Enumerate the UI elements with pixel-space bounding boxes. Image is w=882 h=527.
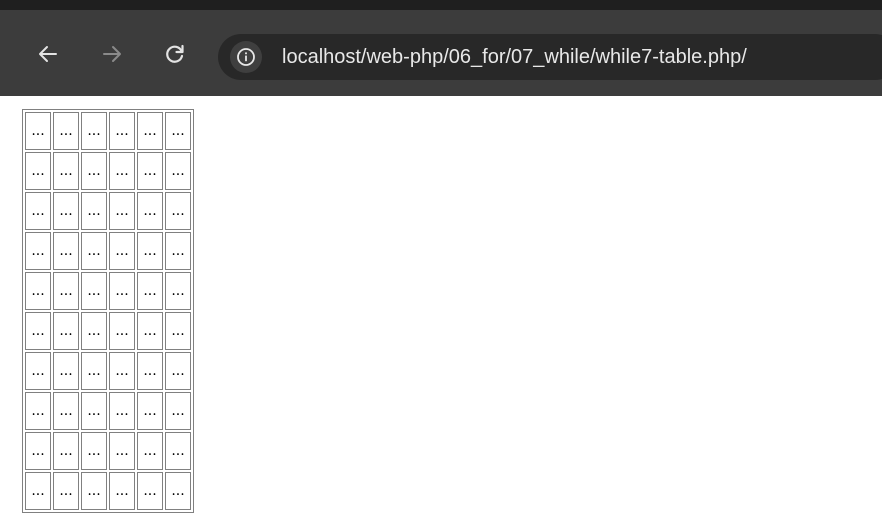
table-cell: ...	[53, 472, 79, 510]
table-cell: ...	[81, 432, 107, 470]
table-cell: ...	[109, 432, 135, 470]
page-content: ........................................…	[0, 96, 882, 527]
table-cell: ...	[81, 192, 107, 230]
table-row: ..................	[25, 192, 191, 230]
table-cell: ...	[53, 392, 79, 430]
table-cell: ...	[25, 472, 51, 510]
table-row: ..................	[25, 312, 191, 350]
table-cell: ...	[25, 192, 51, 230]
table-cell: ...	[165, 192, 191, 230]
dots-table: ........................................…	[22, 109, 194, 513]
table-cell: ...	[109, 472, 135, 510]
table-row: ..................	[25, 472, 191, 510]
table-cell: ...	[53, 152, 79, 190]
forward-button[interactable]	[97, 39, 127, 69]
table-row: ..................	[25, 232, 191, 270]
table-cell: ...	[81, 392, 107, 430]
table-cell: ...	[137, 432, 163, 470]
table-body: ........................................…	[25, 112, 191, 510]
back-button[interactable]	[33, 39, 63, 69]
table-row: ..................	[25, 432, 191, 470]
table-cell: ...	[109, 152, 135, 190]
table-cell: ...	[81, 352, 107, 390]
table-cell: ...	[165, 272, 191, 310]
table-cell: ...	[25, 432, 51, 470]
table-cell: ...	[137, 152, 163, 190]
table-cell: ...	[53, 272, 79, 310]
address-bar[interactable]: localhost/web-php/06_for/07_while/while7…	[218, 34, 882, 80]
table-cell: ...	[81, 232, 107, 270]
table-row: ..................	[25, 352, 191, 390]
table-cell: ...	[137, 392, 163, 430]
table-cell: ...	[165, 112, 191, 150]
table-cell: ...	[53, 192, 79, 230]
table-row: ..................	[25, 392, 191, 430]
table-cell: ...	[81, 112, 107, 150]
table-cell: ...	[109, 232, 135, 270]
arrow-left-icon	[39, 46, 57, 62]
arrow-right-icon	[103, 46, 121, 62]
reload-icon	[166, 44, 184, 63]
table-cell: ...	[137, 112, 163, 150]
table-row: ..................	[25, 112, 191, 150]
table-cell: ...	[165, 312, 191, 350]
table-cell: ...	[137, 272, 163, 310]
table-cell: ...	[109, 312, 135, 350]
info-circle-icon	[237, 48, 255, 66]
table-cell: ...	[137, 352, 163, 390]
site-info-button[interactable]	[230, 41, 262, 73]
table-cell: ...	[53, 432, 79, 470]
table-cell: ...	[109, 392, 135, 430]
table-cell: ...	[81, 272, 107, 310]
table-cell: ...	[53, 232, 79, 270]
table-cell: ...	[81, 472, 107, 510]
url-text[interactable]: localhost/web-php/06_for/07_while/while7…	[282, 45, 747, 69]
window-top-strip	[0, 0, 882, 10]
table-cell: ...	[109, 192, 135, 230]
table-cell: ...	[109, 112, 135, 150]
table-cell: ...	[53, 112, 79, 150]
table-cell: ...	[165, 152, 191, 190]
table-cell: ...	[25, 112, 51, 150]
table-cell: ...	[53, 312, 79, 350]
table-cell: ...	[137, 192, 163, 230]
table-cell: ...	[165, 232, 191, 270]
table-cell: ...	[109, 272, 135, 310]
table-cell: ...	[53, 352, 79, 390]
table-cell: ...	[25, 392, 51, 430]
table-cell: ...	[137, 232, 163, 270]
table-cell: ...	[165, 352, 191, 390]
table-cell: ...	[25, 152, 51, 190]
table-cell: ...	[165, 392, 191, 430]
table-cell: ...	[25, 312, 51, 350]
reload-button[interactable]	[160, 39, 190, 69]
table-cell: ...	[81, 312, 107, 350]
table-row: ..................	[25, 272, 191, 310]
table-cell: ...	[81, 152, 107, 190]
table-cell: ...	[137, 472, 163, 510]
table-cell: ...	[25, 352, 51, 390]
table-row: ..................	[25, 152, 191, 190]
table-cell: ...	[25, 232, 51, 270]
browser-toolbar: localhost/web-php/06_for/07_while/while7…	[0, 10, 882, 96]
table-cell: ...	[109, 352, 135, 390]
table-cell: ...	[25, 272, 51, 310]
table-cell: ...	[165, 472, 191, 510]
table-cell: ...	[165, 432, 191, 470]
table-cell: ...	[137, 312, 163, 350]
